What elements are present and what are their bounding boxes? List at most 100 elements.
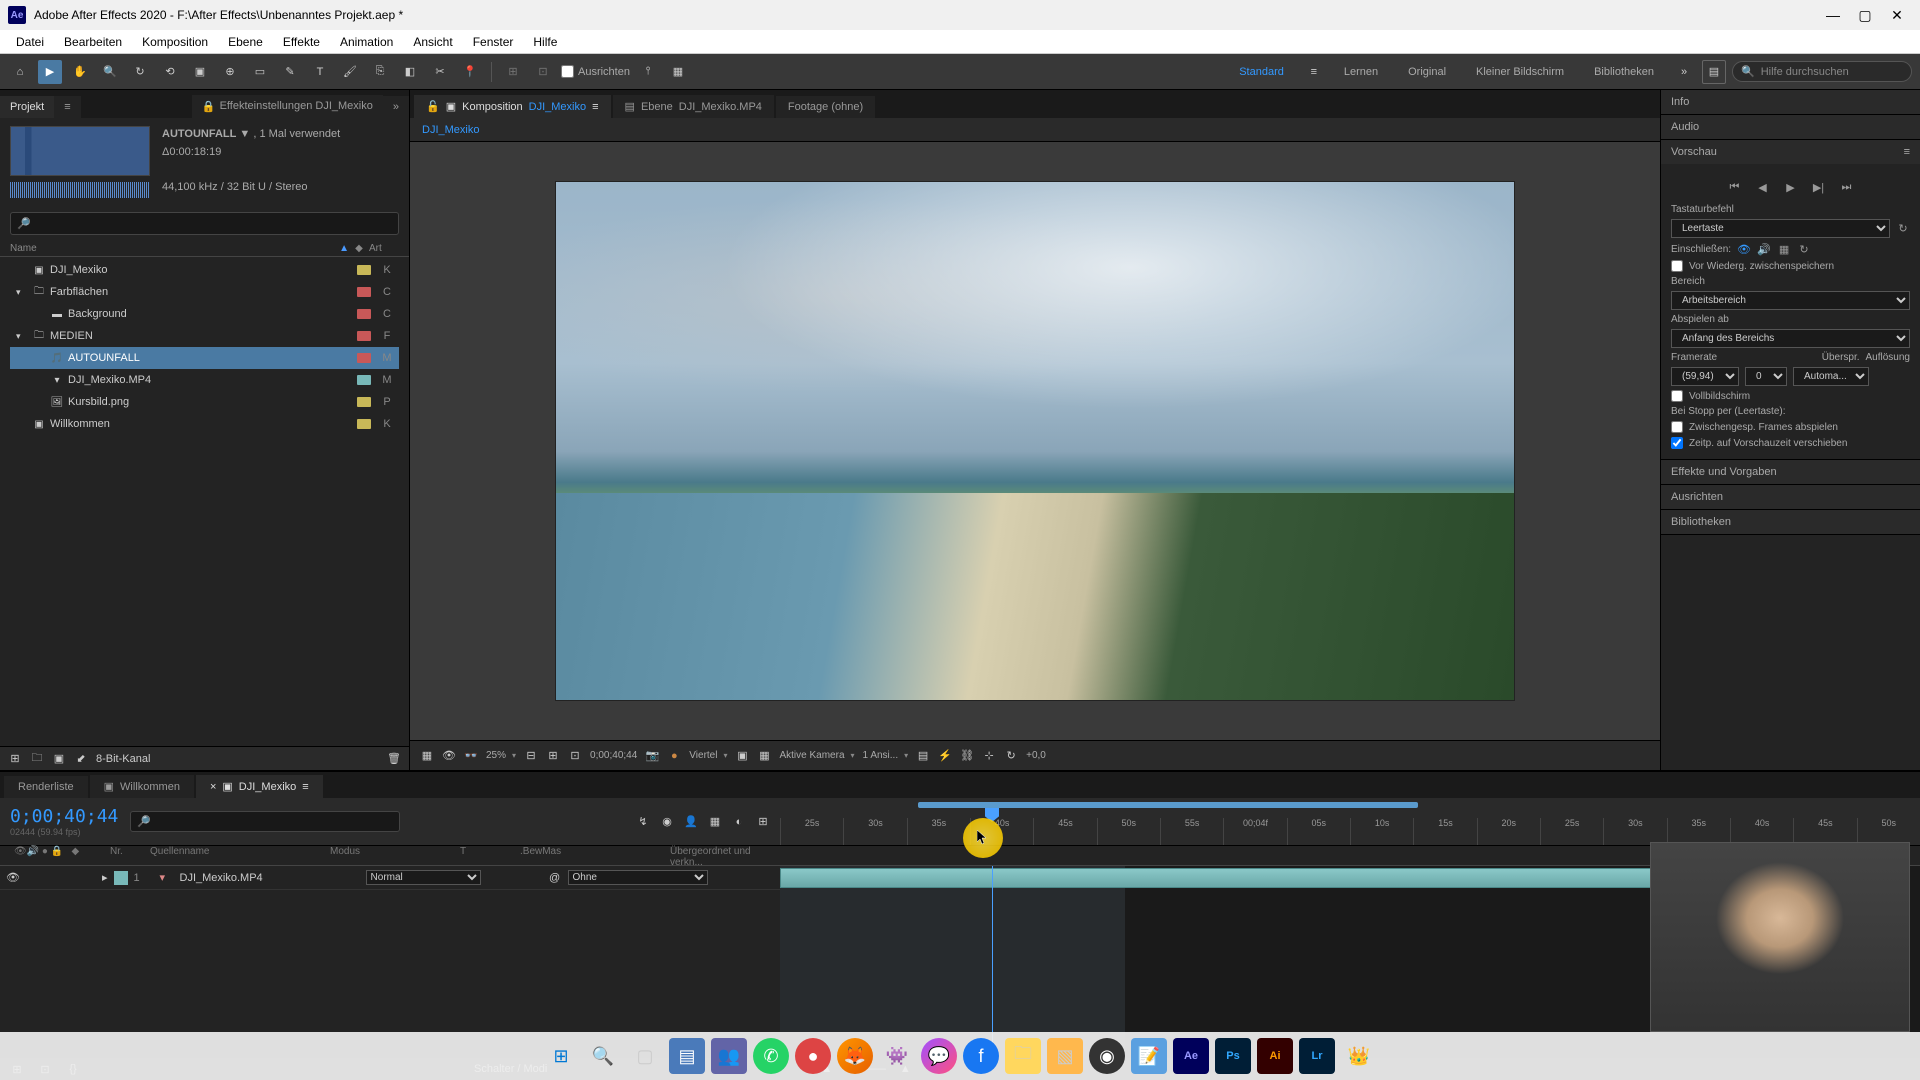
col-trkmat[interactable]: T (460, 846, 520, 865)
camera-tool[interactable]: ▣ (188, 60, 212, 84)
blend-mode-select[interactable]: Normal (366, 870, 481, 885)
effects-panel-header[interactable]: Effekte und Vorgaben (1661, 460, 1920, 484)
whatsapp-icon[interactable]: ✆ (753, 1038, 789, 1074)
col-art[interactable]: Art (369, 243, 399, 254)
hand-tool[interactable]: ✋ (68, 60, 92, 84)
teams-icon[interactable]: 👥 (711, 1038, 747, 1074)
col-name[interactable]: Name (10, 243, 339, 254)
flowchart-icon[interactable]: ⊹ (982, 749, 996, 763)
menu-hilfe[interactable]: Hilfe (523, 32, 567, 52)
workspace-standard[interactable]: Standard (1227, 62, 1296, 82)
col-mode[interactable]: Modus (330, 846, 460, 865)
maximize-button[interactable]: ▢ (1858, 8, 1872, 22)
reset-shortcut-icon[interactable]: ↻ (1896, 222, 1910, 236)
ausrichten-check[interactable]: Ausrichten (561, 65, 630, 78)
move-time-checkbox[interactable] (1671, 437, 1683, 449)
channels-icon[interactable]: ● (667, 749, 681, 763)
effect-controls-tab[interactable]: 🔒 Effekteinstellungen DJI_Mexiko (192, 95, 383, 118)
expand-icon[interactable]: ▾ (16, 287, 28, 298)
timeline-search[interactable]: 🔎 (130, 811, 400, 832)
obs-icon[interactable]: ◉ (1089, 1038, 1125, 1074)
timeline-icon[interactable]: ⛓ (960, 749, 974, 763)
workspace-lernen[interactable]: Lernen (1332, 62, 1390, 82)
res-half-icon[interactable]: ⊟ (524, 749, 538, 763)
taskview-icon[interactable]: ▢ (627, 1038, 663, 1074)
playfrom-select[interactable]: Anfang des Bereichs (1671, 329, 1910, 348)
puppet-tool[interactable]: 📍 (458, 60, 482, 84)
ae-taskbar-icon[interactable]: Ae (1173, 1038, 1209, 1074)
panel-menu-icon[interactable]: ≡ (1904, 146, 1910, 158)
tab-menu-icon[interactable]: ≡ (592, 101, 598, 113)
panel-toggle-icon[interactable]: ▤ (1702, 60, 1726, 84)
footage-tab[interactable]: Footage (ohne) (776, 96, 875, 118)
align-panel-header[interactable]: Ausrichten (1661, 485, 1920, 509)
preview-panel-header[interactable]: Vorschau≡ (1661, 140, 1920, 164)
orbit-tool[interactable]: ↻ (128, 60, 152, 84)
files-icon[interactable]: 🗀 (1005, 1038, 1041, 1074)
transparency-icon[interactable]: ▦ (757, 749, 771, 763)
include-audio-icon[interactable]: 🔊 (1757, 242, 1771, 256)
menu-bearbeiten[interactable]: Bearbeiten (54, 32, 132, 52)
prev-frame-button[interactable]: ◀ (1754, 178, 1772, 196)
layer-name[interactable]: DJI_Mexiko.MP4 (180, 872, 360, 884)
next-frame-button[interactable]: ▶| (1810, 178, 1828, 196)
project-item[interactable]: ▬BackgroundC (10, 303, 399, 325)
search-taskbar-icon[interactable]: 🔍 (585, 1038, 621, 1074)
menu-animation[interactable]: Animation (330, 32, 403, 52)
label-color[interactable] (357, 287, 371, 297)
willkommen-tab[interactable]: ▣Willkommen (90, 775, 194, 798)
skip-select[interactable]: 0 (1745, 367, 1787, 386)
project-search[interactable]: 🔎 (10, 212, 399, 235)
facebook-icon[interactable]: f (963, 1038, 999, 1074)
resolution-select[interactable]: Automa... (1793, 367, 1869, 386)
type-tool[interactable]: T (308, 60, 332, 84)
workspace-menu-icon[interactable]: ≡ (1302, 60, 1326, 84)
menu-effekte[interactable]: Effekte (273, 32, 330, 52)
expand-icon[interactable]: ▸ (102, 871, 108, 884)
play-button[interactable]: ▶ (1782, 178, 1800, 196)
new-folder-icon[interactable]: 🗀 (30, 752, 44, 766)
new-comp-icon[interactable]: ▣ (52, 752, 66, 766)
pickwhip-icon[interactable]: @ (548, 871, 562, 885)
label-color[interactable] (357, 309, 371, 319)
ai-taskbar-icon[interactable]: Ai (1257, 1038, 1293, 1074)
comp-mini-flowchart-icon[interactable]: ↯ (636, 815, 650, 829)
menu-fenster[interactable]: Fenster (463, 32, 524, 52)
expand-icon[interactable]: ▾ (16, 331, 28, 342)
settings-icon[interactable]: ⬋ (74, 752, 88, 766)
col-source[interactable]: Quellenname (150, 846, 330, 865)
audio-panel-header[interactable]: Audio (1661, 115, 1920, 139)
motion-blur-icon[interactable]: ◐ (732, 815, 746, 829)
breadcrumb[interactable]: DJI_Mexiko (422, 124, 479, 136)
libraries-panel-header[interactable]: Bibliotheken (1661, 510, 1920, 534)
close-button[interactable]: ✕ (1890, 8, 1904, 22)
workspace-original[interactable]: Original (1396, 62, 1458, 82)
label-color[interactable] (357, 419, 371, 429)
composition-viewer[interactable] (410, 142, 1660, 740)
interpret-icon[interactable]: ⊞ (8, 752, 22, 766)
label-color[interactable] (357, 265, 371, 275)
app4-icon[interactable]: 👑 (1341, 1038, 1377, 1074)
mask-icon[interactable]: 👁 (442, 749, 456, 763)
roi-icon[interactable]: ▣ (735, 749, 749, 763)
rotate-tool[interactable]: ⟲ (158, 60, 182, 84)
shortcut-select[interactable]: Leertaste (1671, 219, 1890, 238)
rect-tool[interactable]: ▭ (248, 60, 272, 84)
label-color[interactable] (357, 331, 371, 341)
col-parent[interactable]: Übergeordnet und verkn... (670, 846, 780, 865)
timeline-comp-tab[interactable]: ×▣DJI_Mexiko≡ (196, 775, 323, 798)
renderlist-tab[interactable]: Renderliste (4, 776, 88, 798)
fullscreen-checkbox[interactable] (1671, 390, 1683, 402)
project-tab[interactable]: Projekt (0, 96, 54, 118)
exposure-value[interactable]: +0,0 (1026, 750, 1046, 761)
layer-row[interactable]: 👁 ▸ 1 ▾ DJI_Mexiko.MP4 Normal @ Ohne (0, 866, 780, 890)
ps-taskbar-icon[interactable]: Ps (1215, 1038, 1251, 1074)
glasses-icon[interactable]: 👓 (464, 749, 478, 763)
layer-tab[interactable]: ▤ Ebene DJI_Mexiko.MP4 (613, 95, 774, 118)
parent-select[interactable]: Ohne (568, 870, 708, 885)
clone-tool[interactable]: ⎘ (368, 60, 392, 84)
sort-indicator-icon[interactable]: ▲ (339, 243, 349, 254)
project-item[interactable]: 🖼Kursbild.pngP (10, 391, 399, 413)
camera-dropdown[interactable]: Aktive Kamera (779, 750, 854, 761)
messenger-icon[interactable]: 💬 (921, 1038, 957, 1074)
